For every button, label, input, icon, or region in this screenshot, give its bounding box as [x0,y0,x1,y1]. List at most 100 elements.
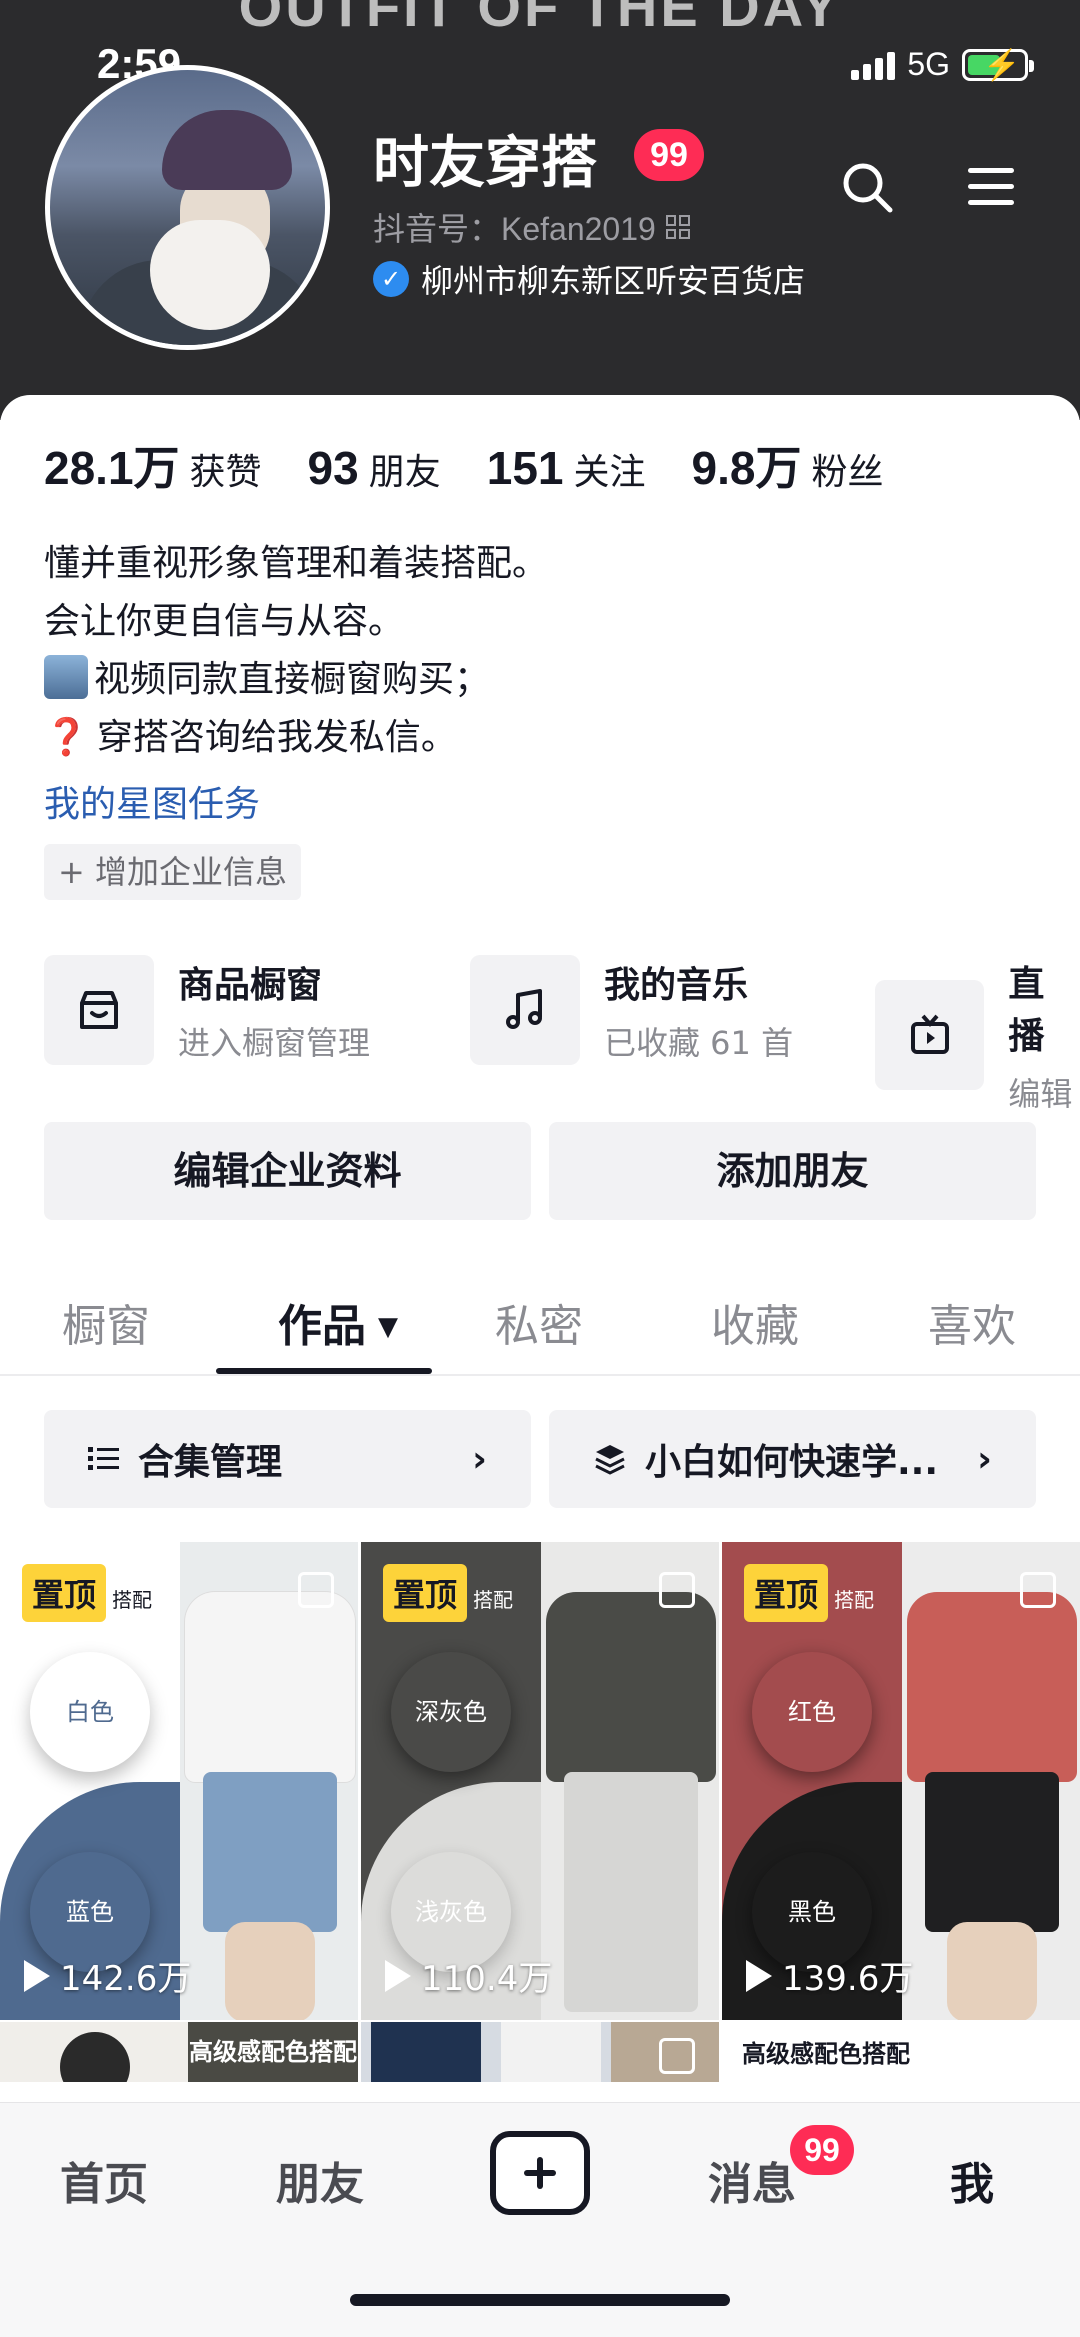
video-title-text: 高级感配色搭配 [742,2040,910,2068]
play-icon [746,1959,772,1992]
music-icon [470,955,580,1065]
nav-messages[interactable]: 消息 [708,2148,796,2212]
play-icon [24,1959,50,1992]
nav-home[interactable]: 首页 [60,2148,148,2212]
tab-shop-window[interactable]: 橱窗 [62,1290,150,1354]
douyin-id-text: 抖音号：Kefan2019 [373,211,656,247]
edit-business-profile-button[interactable]: 编辑企业资料 [44,1122,531,1220]
star-task-link[interactable]: 我的星图任务 [44,775,260,827]
layers-icon [595,1445,625,1475]
stat-friends[interactable]: 93 朋友 [308,441,441,495]
add-friend-button[interactable]: 添加朋友 [549,1122,1036,1220]
verified-store: ✓ 柳州市柳东新区听安百货店 [373,256,805,302]
bio-line: 视频同款直接橱窗购买； [44,651,548,709]
collection-manage-button[interactable]: 合集管理 › [44,1410,531,1508]
stat-friends-num: 93 [307,442,359,494]
view-count-text: 110.4万 [421,1959,553,1999]
content-tabs: 橱窗 作品 ▼ 私密 收藏 喜欢 [0,1280,1080,1376]
color-circle: 白色 [30,1652,150,1772]
status-bar-right: 5G ⚡ [851,46,1034,83]
verified-check-icon: ✓ [373,261,409,297]
stat-likes-num: 28.1万 [44,442,180,494]
select-checkbox[interactable] [1020,2038,1056,2074]
tab-works[interactable]: 作品 ▼ [278,1290,398,1354]
profile-badge[interactable]: 99 [634,129,704,181]
video-card[interactable]: 红色 黑色 搭配 置顶 139.6万 [722,1542,1080,2020]
menu-icon[interactable] [968,168,1014,208]
list-icon [88,1447,119,1470]
stat-following-label: 关注 [573,452,646,493]
stat-likes[interactable]: 28.1万 获赞 [44,432,262,498]
video-card[interactable] [361,2022,719,2082]
feature-shop-window[interactable]: 商品橱窗进入橱窗管理 [44,955,370,1065]
view-count-text: 142.6万 [60,1959,192,1999]
stat-fans-label: 粉丝 [811,452,884,493]
add-business-info-button[interactable]: + 增加企业信息 [44,844,301,900]
signal-icon [851,50,896,80]
view-count: 139.6万 [746,1951,913,2000]
qr-code-icon[interactable] [665,215,690,239]
question-emoji-icon: ❓ [44,717,89,758]
video-title-text: 搭配 [112,1588,152,1612]
create-plus-icon[interactable] [490,2131,590,2215]
video-title-text: 高级感配色搭配 [188,2022,358,2082]
feature-title: 商品橱窗 [178,965,323,1006]
feature-live[interactable]: 直播 编辑 [875,955,1080,1115]
video-title-text: 搭配 [834,1588,874,1612]
feature-sub: 进入橱窗管理 [178,1024,371,1062]
profile-header: OUTFIT OF THE DAY 2:59 5G ⚡ 时友穿搭 99 抖音号：… [0,0,1080,420]
video-card[interactable]: 白色 蓝色 搭配 置顶 142.6万 [0,1542,358,2020]
view-count-text: 139.6万 [782,1959,914,1999]
play-icon [385,1959,411,1992]
view-count: 110.4万 [385,1951,552,2000]
search-icon[interactable] [840,160,896,216]
stat-following[interactable]: 151 关注 [487,441,646,495]
tab-works-label: 作品 [278,1301,366,1352]
tv-icon [875,980,985,1090]
select-checkbox[interactable] [298,1572,334,1608]
video-title-text: 搭配 [473,1588,513,1612]
battery-icon: ⚡ [962,48,1034,82]
stats-row: 28.1万 获赞 93 朋友 151 关注 9.8万 粉丝 [44,432,929,498]
home-indicator [350,2294,730,2306]
tab-likes[interactable]: 喜欢 [928,1290,1016,1354]
collection-playlist-button[interactable]: 小白如何快速学... › [549,1410,1036,1508]
bio-line: 懂并重视形象管理和着装搭配。 [44,543,549,584]
nav-friends[interactable]: 朋友 [276,2148,364,2212]
bio-line-text: 视频同款直接橱窗购买； [94,659,491,700]
color-circle: 深灰色 [391,1652,511,1772]
video-card[interactable]: 深灰色 浅灰色 搭配 置顶 110.4万 [361,1542,719,2020]
stat-likes-label: 获赞 [189,452,262,493]
banner-text: OUTFIT OF THE DAY [238,0,842,38]
bio-line: ❓ 穿搭咨询给我发私信。 [44,709,548,767]
tab-private[interactable]: 私密 [495,1290,583,1354]
video-grid: 白色 蓝色 搭配 置顶 142.6万 深灰色 浅灰色 搭配 置顶 110.4万 … [0,1542,1080,2082]
nav-me[interactable]: 我 [950,2148,994,2212]
bio-line-text: 穿搭咨询给我发私信。 [96,717,457,758]
stat-following-num: 151 [486,442,564,494]
feature-my-music[interactable]: 我的音乐已收藏 61 首 [470,955,793,1065]
network-label: 5G [907,46,950,82]
feature-sub: 编辑 [1008,1075,1073,1113]
chevron-right-icon: › [977,1438,992,1480]
stat-friends-label: 朋友 [368,452,441,493]
stat-fans[interactable]: 9.8万 粉丝 [692,432,884,498]
douyin-id[interactable]: 抖音号：Kefan2019 [373,204,690,250]
select-checkbox[interactable] [659,2038,695,2074]
tab-favorites[interactable]: 收藏 [711,1290,799,1354]
video-card[interactable]: 高级感配色搭配 [722,2022,1080,2082]
pinned-badge: 置顶 [383,1564,468,1622]
feature-title: 我的音乐 [604,965,749,1006]
view-count: 142.6万 [24,1951,191,2000]
video-card[interactable]: 高级感配色搭配 [0,2022,358,2082]
suit-emoji-icon [44,655,88,699]
select-checkbox[interactable] [1020,1572,1056,1608]
select-checkbox[interactable] [659,1572,695,1608]
color-circle: 红色 [752,1652,872,1772]
collection-manage-label: 合集管理 [138,1442,283,1483]
feature-title: 直播 [1008,964,1045,1057]
caret-down-icon: ▼ [378,1312,398,1342]
bio: 懂并重视形象管理和着装搭配。 会让你更自信与从容。 视频同款直接橱窗购买； ❓ 穿… [44,535,548,767]
feature-sub: 已收藏 61 首 [604,1024,794,1062]
avatar[interactable] [45,65,330,350]
